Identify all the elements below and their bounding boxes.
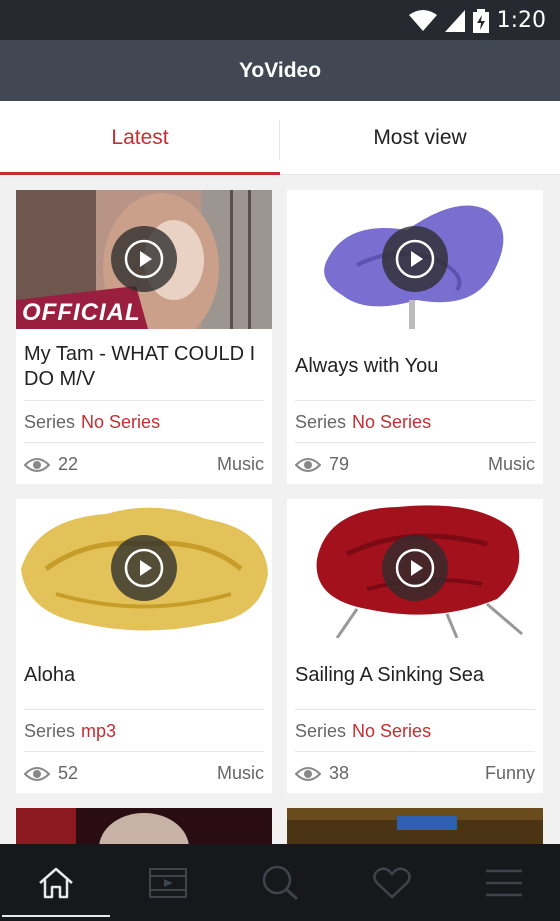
tab-most-view[interactable]: Most view xyxy=(280,101,560,174)
series-row: Series mp3 xyxy=(24,721,116,742)
video-grid[interactable]: OFFICIAL My Tam - WHAT COULD I DO M/V Se… xyxy=(0,176,560,844)
video-title[interactable]: My Tam - WHAT COULD I DO M/V xyxy=(24,342,268,392)
home-icon xyxy=(39,867,73,898)
video-title[interactable]: Always with You xyxy=(295,354,539,379)
video-meta: 38 Funny xyxy=(295,763,535,784)
video-meta: 79 Music xyxy=(295,454,535,475)
play-icon[interactable] xyxy=(111,226,177,292)
video-card[interactable] xyxy=(287,808,543,844)
view-count: 79 xyxy=(329,454,350,474)
video-title[interactable]: Sailing A Sinking Sea xyxy=(295,663,539,688)
view-count: 38 xyxy=(329,763,350,783)
play-icon[interactable] xyxy=(382,535,448,601)
video-meta: 52 Music xyxy=(24,763,264,784)
search-icon xyxy=(262,865,299,900)
video-thumbnail[interactable]: OFFICIAL xyxy=(16,190,272,329)
series-label: Series xyxy=(295,721,347,741)
video-thumbnail[interactable] xyxy=(287,499,543,638)
divider xyxy=(295,400,535,401)
video-thumbnail[interactable] xyxy=(16,499,272,638)
view-count: 52 xyxy=(58,763,79,783)
menu-icon xyxy=(486,869,522,896)
category-label: Music xyxy=(216,454,264,474)
film-icon xyxy=(149,867,187,898)
status-time: 1:20 xyxy=(496,8,546,33)
nav-search[interactable] xyxy=(224,844,336,921)
series-value[interactable]: No Series xyxy=(352,721,431,741)
series-label: Series xyxy=(295,412,347,432)
series-label: Series xyxy=(24,721,76,741)
category-label: Funny xyxy=(484,763,535,783)
status-bar: 1:20 xyxy=(0,0,560,40)
video-meta: 22 Music xyxy=(24,454,264,475)
series-value[interactable]: No Series xyxy=(81,412,160,432)
divider xyxy=(295,442,535,443)
series-label: Series xyxy=(24,412,76,432)
nav-favorites[interactable] xyxy=(336,844,448,921)
divider xyxy=(24,400,264,401)
series-row: Series No Series xyxy=(24,412,160,433)
divider xyxy=(24,751,264,752)
series-value[interactable]: mp3 xyxy=(81,721,116,741)
bottom-nav xyxy=(0,844,560,921)
category-label: Music xyxy=(216,763,264,783)
divider xyxy=(295,751,535,752)
tab-latest[interactable]: Latest xyxy=(0,101,280,175)
video-thumbnail[interactable] xyxy=(287,190,543,329)
view-count: 22 xyxy=(58,454,79,474)
play-icon[interactable] xyxy=(111,535,177,601)
signal-icon xyxy=(444,9,465,32)
video-card[interactable] xyxy=(16,808,272,844)
series-row: Series No Series xyxy=(295,721,431,742)
series-value[interactable]: No Series xyxy=(352,412,431,432)
app-title: YoVideo xyxy=(238,58,322,82)
eye-icon xyxy=(295,457,321,472)
video-card[interactable]: Sailing A Sinking Sea Series No Series 38… xyxy=(287,499,543,793)
official-badge: OFFICIAL xyxy=(22,299,141,326)
battery-charging-icon xyxy=(472,8,489,33)
video-card[interactable]: OFFICIAL My Tam - WHAT COULD I DO M/V Se… xyxy=(16,190,272,484)
eye-icon xyxy=(295,766,321,781)
app-bar: YoVideo xyxy=(0,40,560,101)
eye-icon xyxy=(24,766,50,781)
nav-videos[interactable] xyxy=(112,844,224,921)
series-row: Series No Series xyxy=(295,412,431,433)
nav-home[interactable] xyxy=(0,844,112,921)
video-card[interactable]: Aloha Series mp3 52 Music xyxy=(16,499,272,793)
tab-divider xyxy=(279,120,280,160)
wifi-icon xyxy=(408,9,437,31)
video-title[interactable]: Aloha xyxy=(24,663,268,688)
play-icon[interactable] xyxy=(382,226,448,292)
heart-icon xyxy=(373,866,411,899)
eye-icon xyxy=(24,457,50,472)
video-card[interactable]: Always with You Series No Series 79 Music xyxy=(287,190,543,484)
divider xyxy=(24,709,264,710)
tab-bar: Latest Most view xyxy=(0,101,560,175)
video-thumbnail[interactable] xyxy=(287,808,543,844)
divider xyxy=(24,442,264,443)
divider xyxy=(295,709,535,710)
nav-menu[interactable] xyxy=(448,844,560,921)
video-thumbnail[interactable] xyxy=(16,808,272,844)
category-label: Music xyxy=(487,454,535,474)
